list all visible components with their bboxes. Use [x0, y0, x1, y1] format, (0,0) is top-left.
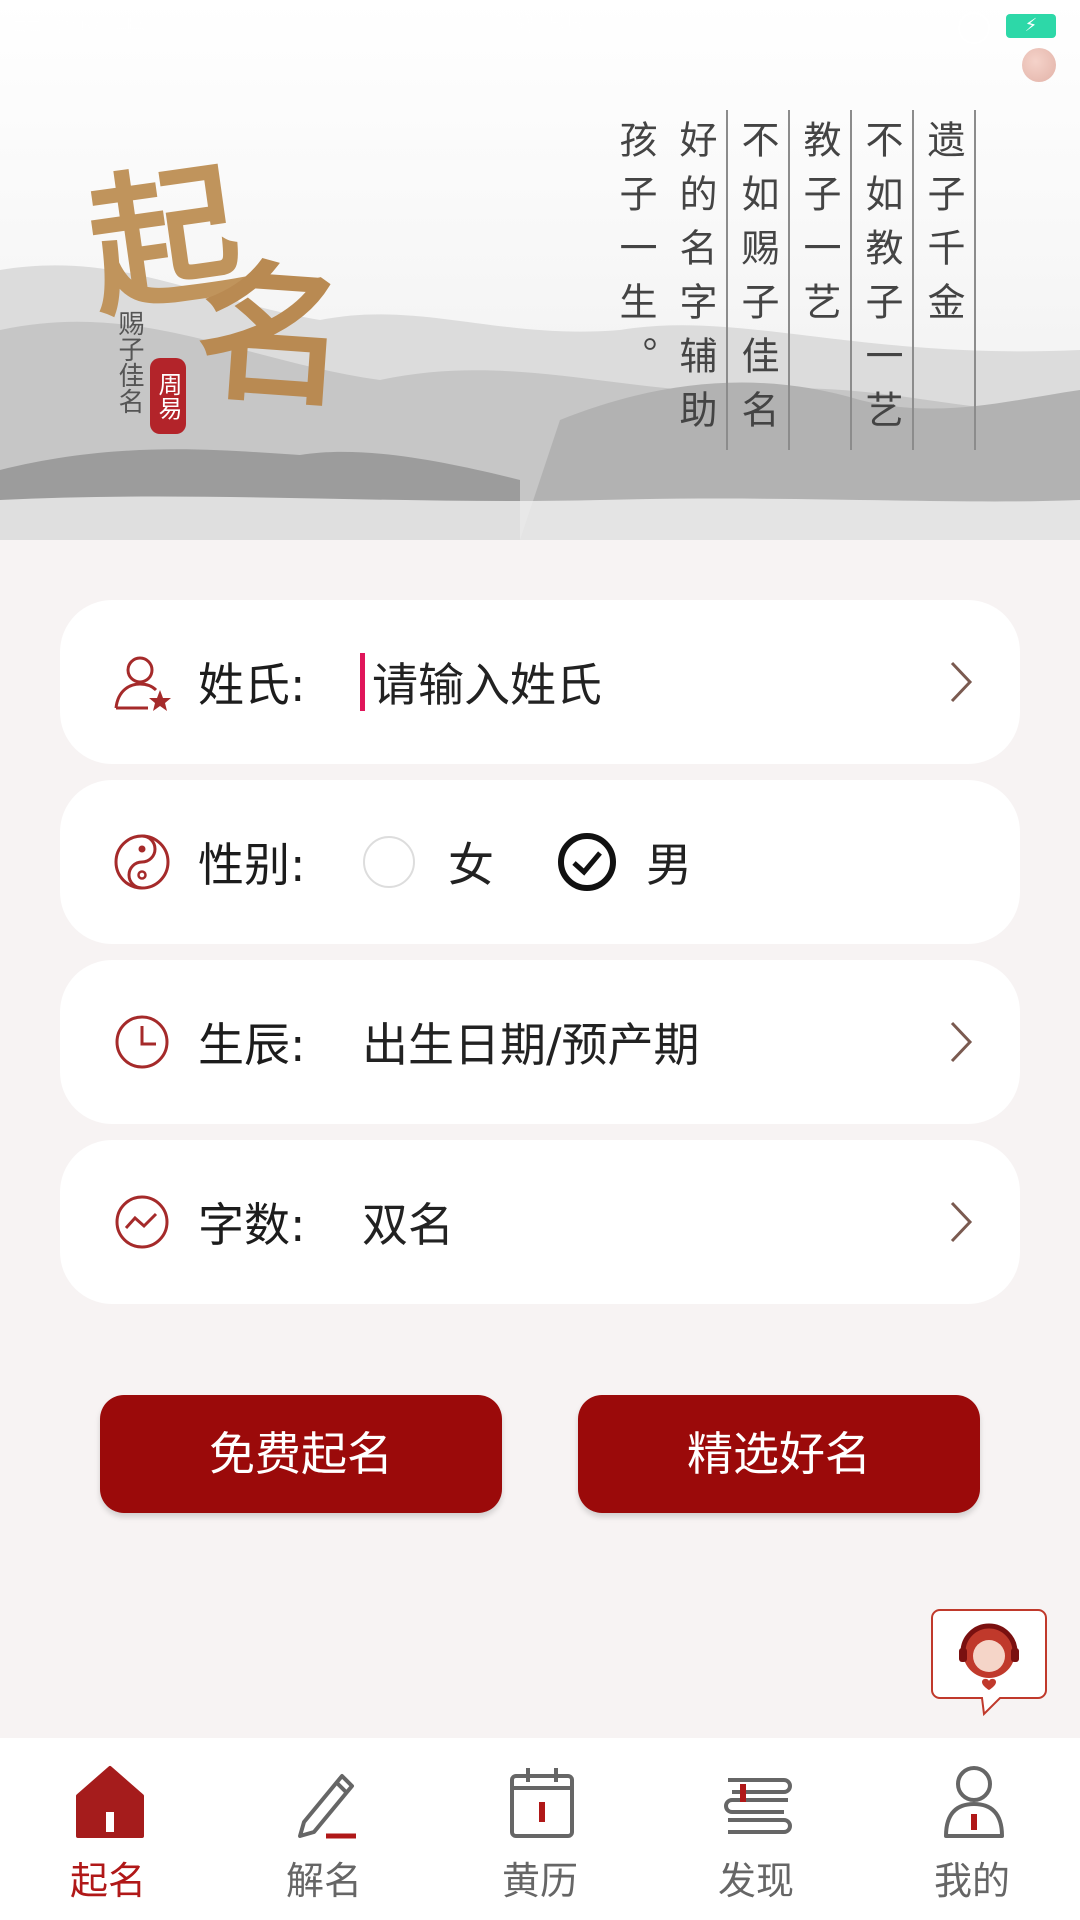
- poem-line: 好的名字辅助: [666, 110, 728, 450]
- birth-date-value[interactable]: 出生日期/预产期: [362, 1009, 700, 1075]
- yin-yang-icon: [114, 834, 170, 890]
- birth-label: 生辰:: [198, 1018, 306, 1072]
- tab-almanac[interactable]: 黄历: [432, 1738, 648, 1920]
- tab-label: 起名: [69, 1859, 146, 1903]
- clock-icon: [115, 1015, 169, 1069]
- poem-line: 遗子千金: [914, 110, 976, 450]
- poem-verses: 遗子千金 不如教子一艺 教子一艺 不如赐子佳名 好的名字辅助 孩子一生。: [604, 110, 976, 450]
- customer-service-button[interactable]: [930, 1608, 1048, 1718]
- female-radio[interactable]: [362, 835, 416, 889]
- free-naming-button[interactable]: 免费起名: [100, 1395, 502, 1513]
- char-count-row[interactable]: 字数: 双名: [60, 1140, 1020, 1304]
- tab-label: 黄历: [501, 1859, 578, 1903]
- tab-profile[interactable]: 我的: [864, 1738, 1080, 1920]
- birth-row[interactable]: 生辰: 出生日期/预产期: [60, 960, 1020, 1124]
- tab-label: 发现: [717, 1859, 794, 1903]
- poem-line: 不如赐子佳名: [728, 110, 790, 450]
- tab-name-analysis[interactable]: 解名: [216, 1738, 432, 1920]
- poem-line: 孩子一生。: [613, 120, 657, 390]
- premium-names-button[interactable]: 精选好名: [578, 1395, 980, 1513]
- person-icon: [944, 1766, 1004, 1838]
- female-option-label[interactable]: 女: [448, 829, 494, 895]
- tab-discover[interactable]: 发现: [648, 1738, 864, 1920]
- surname-row[interactable]: 姓氏: 请输入姓氏: [60, 600, 1020, 764]
- chevron-right-icon: [950, 1201, 973, 1243]
- user-star-icon: [114, 656, 171, 711]
- char-count-value[interactable]: 双名: [362, 1189, 454, 1255]
- male-radio-checked[interactable]: [556, 831, 618, 893]
- tab-label: 解名: [285, 1859, 362, 1903]
- home-icon: [76, 1766, 144, 1838]
- text-cursor: [360, 653, 365, 711]
- gender-row: 性别: 女 男: [60, 780, 1020, 944]
- alarm-icon: [958, 12, 990, 44]
- gender-label: 性别:: [198, 838, 306, 892]
- char-count-label: 字数:: [198, 1198, 306, 1252]
- tab-label: 我的: [933, 1859, 1010, 1903]
- banner-subtitle: 赐子佳名: [114, 310, 144, 414]
- pen-icon: [298, 1774, 356, 1839]
- status-bar: 无 SIM 卡 18:55 ⚡: [0, 0, 1080, 82]
- header-banner: 起 名 赐子佳名 周易 遗子千金 不如教子一艺 教子一艺 不如赐子佳名 好的名字…: [0, 0, 1080, 540]
- poem-line: 不如教子一艺: [852, 110, 914, 450]
- status-time: 18:55: [493, 8, 587, 46]
- poem-line: 教子一艺: [790, 110, 852, 450]
- tab-naming[interactable]: 起名: [0, 1738, 216, 1920]
- title-char-ming: 名: [191, 242, 354, 429]
- chevron-right-icon: [950, 661, 973, 703]
- surname-label: 姓氏:: [198, 658, 306, 712]
- bottom-tab-bar: 起名 解名 黄历 发现 我的: [0, 1738, 1080, 1920]
- battery-icon: ⚡: [1006, 14, 1056, 38]
- calendar-icon: [510, 1768, 574, 1838]
- male-option-label[interactable]: 男: [646, 829, 692, 895]
- surname-input[interactable]: 请输入姓氏: [372, 649, 602, 715]
- zhouyi-seal: 周易: [150, 358, 186, 434]
- discover-icon: [724, 1778, 792, 1834]
- wave-circle-icon: [115, 1195, 169, 1249]
- seal-dot-icon: [1022, 48, 1056, 82]
- chevron-right-icon: [950, 1021, 973, 1063]
